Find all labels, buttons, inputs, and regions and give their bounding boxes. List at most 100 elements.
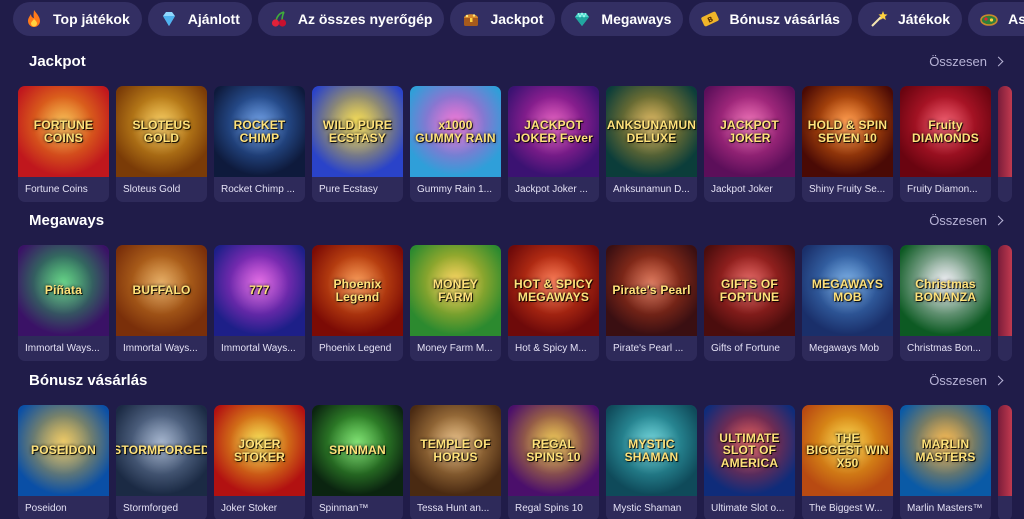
game-card[interactable]: THE BIGGEST WIN X50 The Biggest W...: [802, 405, 893, 519]
game-thumbnail[interactable]: [998, 86, 1012, 177]
game-logo: Fruity DIAMONDS: [912, 117, 979, 145]
game-thumbnail[interactable]: GIFTS OF FORTUNE: [704, 245, 795, 336]
game-thumbnail[interactable]: [998, 405, 1012, 496]
game-card[interactable]: x1000 GUMMY RAIN Gummy Rain 1...: [410, 86, 501, 202]
game-thumbnail[interactable]: Piñata: [18, 245, 109, 336]
game-card[interactable]: TEMPLE OF HORUS Tessa Hunt an...: [410, 405, 501, 519]
category-tab[interactable]: Asztali játék: [968, 2, 1024, 36]
game-card[interactable]: ANKSUNAMUN DELUXE Anksunamun D...: [606, 86, 697, 202]
game-thumbnail[interactable]: SPINMAN: [312, 405, 403, 496]
game-card[interactable]: MEGAWAYS MOB Megaways Mob: [802, 245, 893, 361]
game-card[interactable]: SLOTEUS GOLD Sloteus Gold: [116, 86, 207, 202]
game-thumbnail[interactable]: HOLD & SPIN SEVEN 10: [802, 86, 893, 177]
game-title: Fruity Diamon...: [907, 184, 978, 195]
game-card[interactable]: JACKPOT JOKER Fever Jackpot Joker ...: [508, 86, 599, 202]
game-thumbnail[interactable]: ULTIMATE SLOT OF AMERICA: [704, 405, 795, 496]
game-thumbnail[interactable]: ANKSUNAMUN DELUXE: [606, 86, 697, 177]
category-tab[interactable]: Megaways: [561, 2, 684, 36]
game-card[interactable]: GIFTS OF FORTUNE Gifts of Fortune: [704, 245, 795, 361]
game-logo: TEMPLE OF HORUS: [420, 436, 491, 464]
game-card[interactable]: JOKER STOKER Joker Stoker: [214, 405, 305, 519]
category-tab[interactable]: Jackpot: [450, 2, 556, 36]
game-thumbnail[interactable]: TEMPLE OF HORUS: [410, 405, 501, 496]
game-card-partial[interactable]: [998, 245, 1012, 361]
game-card[interactable]: MARLIN MASTERS Marlin Masters™: [900, 405, 991, 519]
game-thumbnail[interactable]: MONEY FARM: [410, 245, 501, 336]
game-thumbnail[interactable]: STORMFORGED: [116, 405, 207, 496]
game-logo: Phoenix Legend: [333, 276, 382, 304]
game-card[interactable]: ULTIMATE SLOT OF AMERICA Ultimate Slot o.…: [704, 405, 795, 519]
game-card[interactable]: JACKPOT JOKER Jackpot Joker: [704, 86, 795, 202]
game-thumbnail[interactable]: [998, 245, 1012, 336]
game-logo: x1000 GUMMY RAIN: [415, 117, 496, 145]
category-tab[interactable]: Ajánlott: [147, 2, 252, 36]
game-card[interactable]: MYSTIC SHAMAN Mystic Shaman: [606, 405, 697, 519]
game-thumbnail[interactable]: SLOTEUS GOLD: [116, 86, 207, 177]
game-card[interactable]: Christmas BONANZA Christmas Bon...: [900, 245, 991, 361]
game-thumbnail[interactable]: JACKPOT JOKER: [704, 86, 795, 177]
game-thumbnail[interactable]: Phoenix Legend: [312, 245, 403, 336]
game-thumbnail[interactable]: MEGAWAYS MOB: [802, 245, 893, 336]
game-thumbnail[interactable]: WILD PURE ECSTASY: [312, 86, 403, 177]
category-tab[interactable]: B Bónusz vásárlás: [689, 2, 852, 36]
game-thumbnail[interactable]: JACKPOT JOKER Fever: [508, 86, 599, 177]
game-thumbnail[interactable]: Christmas BONANZA: [900, 245, 991, 336]
game-card[interactable]: Phoenix Legend Phoenix Legend: [312, 245, 403, 361]
game-thumbnail[interactable]: REGAL SPINS 10: [508, 405, 599, 496]
game-card[interactable]: HOLD & SPIN SEVEN 10 Shiny Fruity Se...: [802, 86, 893, 202]
game-logo: REGAL SPINS 10: [526, 436, 581, 464]
game-card[interactable]: SPINMAN Spinman™: [312, 405, 403, 519]
game-card[interactable]: 777 Immortal Ways...: [214, 245, 305, 361]
game-logo: MYSTIC SHAMAN: [624, 436, 679, 464]
category-tab[interactable]: Játékok: [857, 2, 963, 36]
see-all-link[interactable]: Összesen: [929, 373, 1004, 388]
game-thumbnail[interactable]: MYSTIC SHAMAN: [606, 405, 697, 496]
game-thumbnail[interactable]: BUFFALO: [116, 245, 207, 336]
cherry-icon: [269, 9, 289, 29]
game-thumbnail[interactable]: Fruity DIAMONDS: [900, 86, 991, 177]
game-card[interactable]: FORTUNE COINS Fortune Coins: [18, 86, 109, 202]
game-title: Gummy Rain 1...: [417, 184, 493, 195]
game-thumbnail[interactable]: THE BIGGEST WIN X50: [802, 405, 893, 496]
game-title: Marlin Masters™: [907, 503, 983, 514]
game-card[interactable]: ROCKET CHIMP Rocket Chimp ...: [214, 86, 305, 202]
game-title: Immortal Ways...: [123, 343, 198, 354]
game-card[interactable]: WILD PURE ECSTASY Pure Ecstasy: [312, 86, 403, 202]
game-thumbnail[interactable]: x1000 GUMMY RAIN: [410, 86, 501, 177]
game-card-partial[interactable]: [998, 86, 1012, 202]
game-card[interactable]: Fruity DIAMONDS Fruity Diamon...: [900, 86, 991, 202]
game-logo: THE BIGGEST WIN X50: [806, 430, 889, 470]
game-card[interactable]: Pirate's Pearl Pirate's Pearl ...: [606, 245, 697, 361]
game-card[interactable]: BUFFALO Immortal Ways...: [116, 245, 207, 361]
game-card[interactable]: HOT & SPICY MEGAWAYS Hot & Spicy M...: [508, 245, 599, 361]
game-thumbnail[interactable]: HOT & SPICY MEGAWAYS: [508, 245, 599, 336]
game-title: The Biggest W...: [809, 503, 883, 514]
game-card[interactable]: Piñata Immortal Ways...: [18, 245, 109, 361]
see-all-link[interactable]: Összesen: [929, 53, 1004, 69]
game-thumbnail[interactable]: JOKER STOKER: [214, 405, 305, 496]
category-tab[interactable]: Top játékok: [13, 2, 142, 36]
game-card[interactable]: MONEY FARM Money Farm M...: [410, 245, 501, 361]
game-card[interactable]: POSEIDON Poseidon: [18, 405, 109, 519]
category-label: Bónusz vásárlás: [729, 11, 840, 27]
game-logo: ROCKET CHIMP: [233, 117, 286, 145]
game-title: Hot & Spicy M...: [515, 343, 587, 354]
category-label: Top játékok: [53, 11, 130, 27]
category-tab[interactable]: Az összes nyerőgép: [257, 2, 445, 36]
game-title: Ultimate Slot o...: [711, 503, 785, 514]
game-thumbnail[interactable]: 777: [214, 245, 305, 336]
game-card-partial[interactable]: [998, 405, 1012, 519]
game-logo: FORTUNE COINS: [33, 117, 94, 145]
game-thumbnail[interactable]: POSEIDON: [18, 405, 109, 496]
game-card[interactable]: STORMFORGED Stormforged: [116, 405, 207, 519]
game-logo: Pirate's Pearl: [612, 283, 691, 298]
game-logo: ANKSUNAMUN DELUXE: [606, 117, 697, 145]
game-card[interactable]: REGAL SPINS 10 Regal Spins 10: [508, 405, 599, 519]
game-thumbnail[interactable]: Pirate's Pearl: [606, 245, 697, 336]
game-thumbnail[interactable]: FORTUNE COINS: [18, 86, 109, 177]
game-thumbnail[interactable]: MARLIN MASTERS: [900, 405, 991, 496]
see-all-label: Összesen: [929, 53, 987, 69]
see-all-link[interactable]: Összesen: [929, 213, 1004, 228]
game-thumbnail[interactable]: ROCKET CHIMP: [214, 86, 305, 177]
chevron-right-icon: [993, 56, 1004, 66]
